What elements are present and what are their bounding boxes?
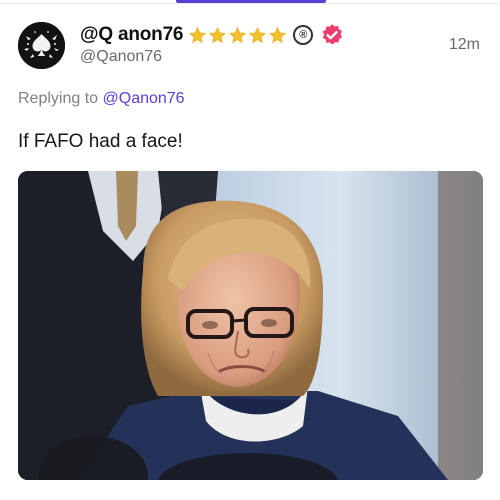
- post-view: @Q anon76 ® @Qanon76 12m Replying to @Qa…: [0, 0, 500, 500]
- post-image[interactable]: [18, 171, 483, 480]
- post-photo: [18, 171, 483, 480]
- registered-icon: ®: [293, 25, 314, 45]
- avatar[interactable]: [18, 22, 65, 69]
- star-badges: [188, 26, 287, 45]
- user-handle[interactable]: @Qanon76: [80, 48, 162, 66]
- reply-handle-link[interactable]: @Qanon76: [103, 90, 185, 107]
- post-timestamp: 12m: [448, 36, 480, 53]
- post-text: If FAFO had a face!: [18, 131, 183, 152]
- star-icon: [249, 26, 267, 43]
- verified-badge-icon: [323, 24, 343, 45]
- star-icon: [269, 26, 287, 43]
- star-icon: [189, 26, 207, 43]
- divider: [0, 3, 500, 4]
- reply-prefix: Replying to: [18, 90, 99, 107]
- star-icon: [229, 26, 247, 43]
- display-name-row: @Q anon76 ®: [80, 22, 344, 48]
- reply-context: Replying to @Qanon76: [18, 90, 185, 108]
- star-icon: [209, 26, 227, 43]
- display-name[interactable]: @Q anon76: [80, 24, 184, 46]
- avatar-image: [18, 22, 65, 69]
